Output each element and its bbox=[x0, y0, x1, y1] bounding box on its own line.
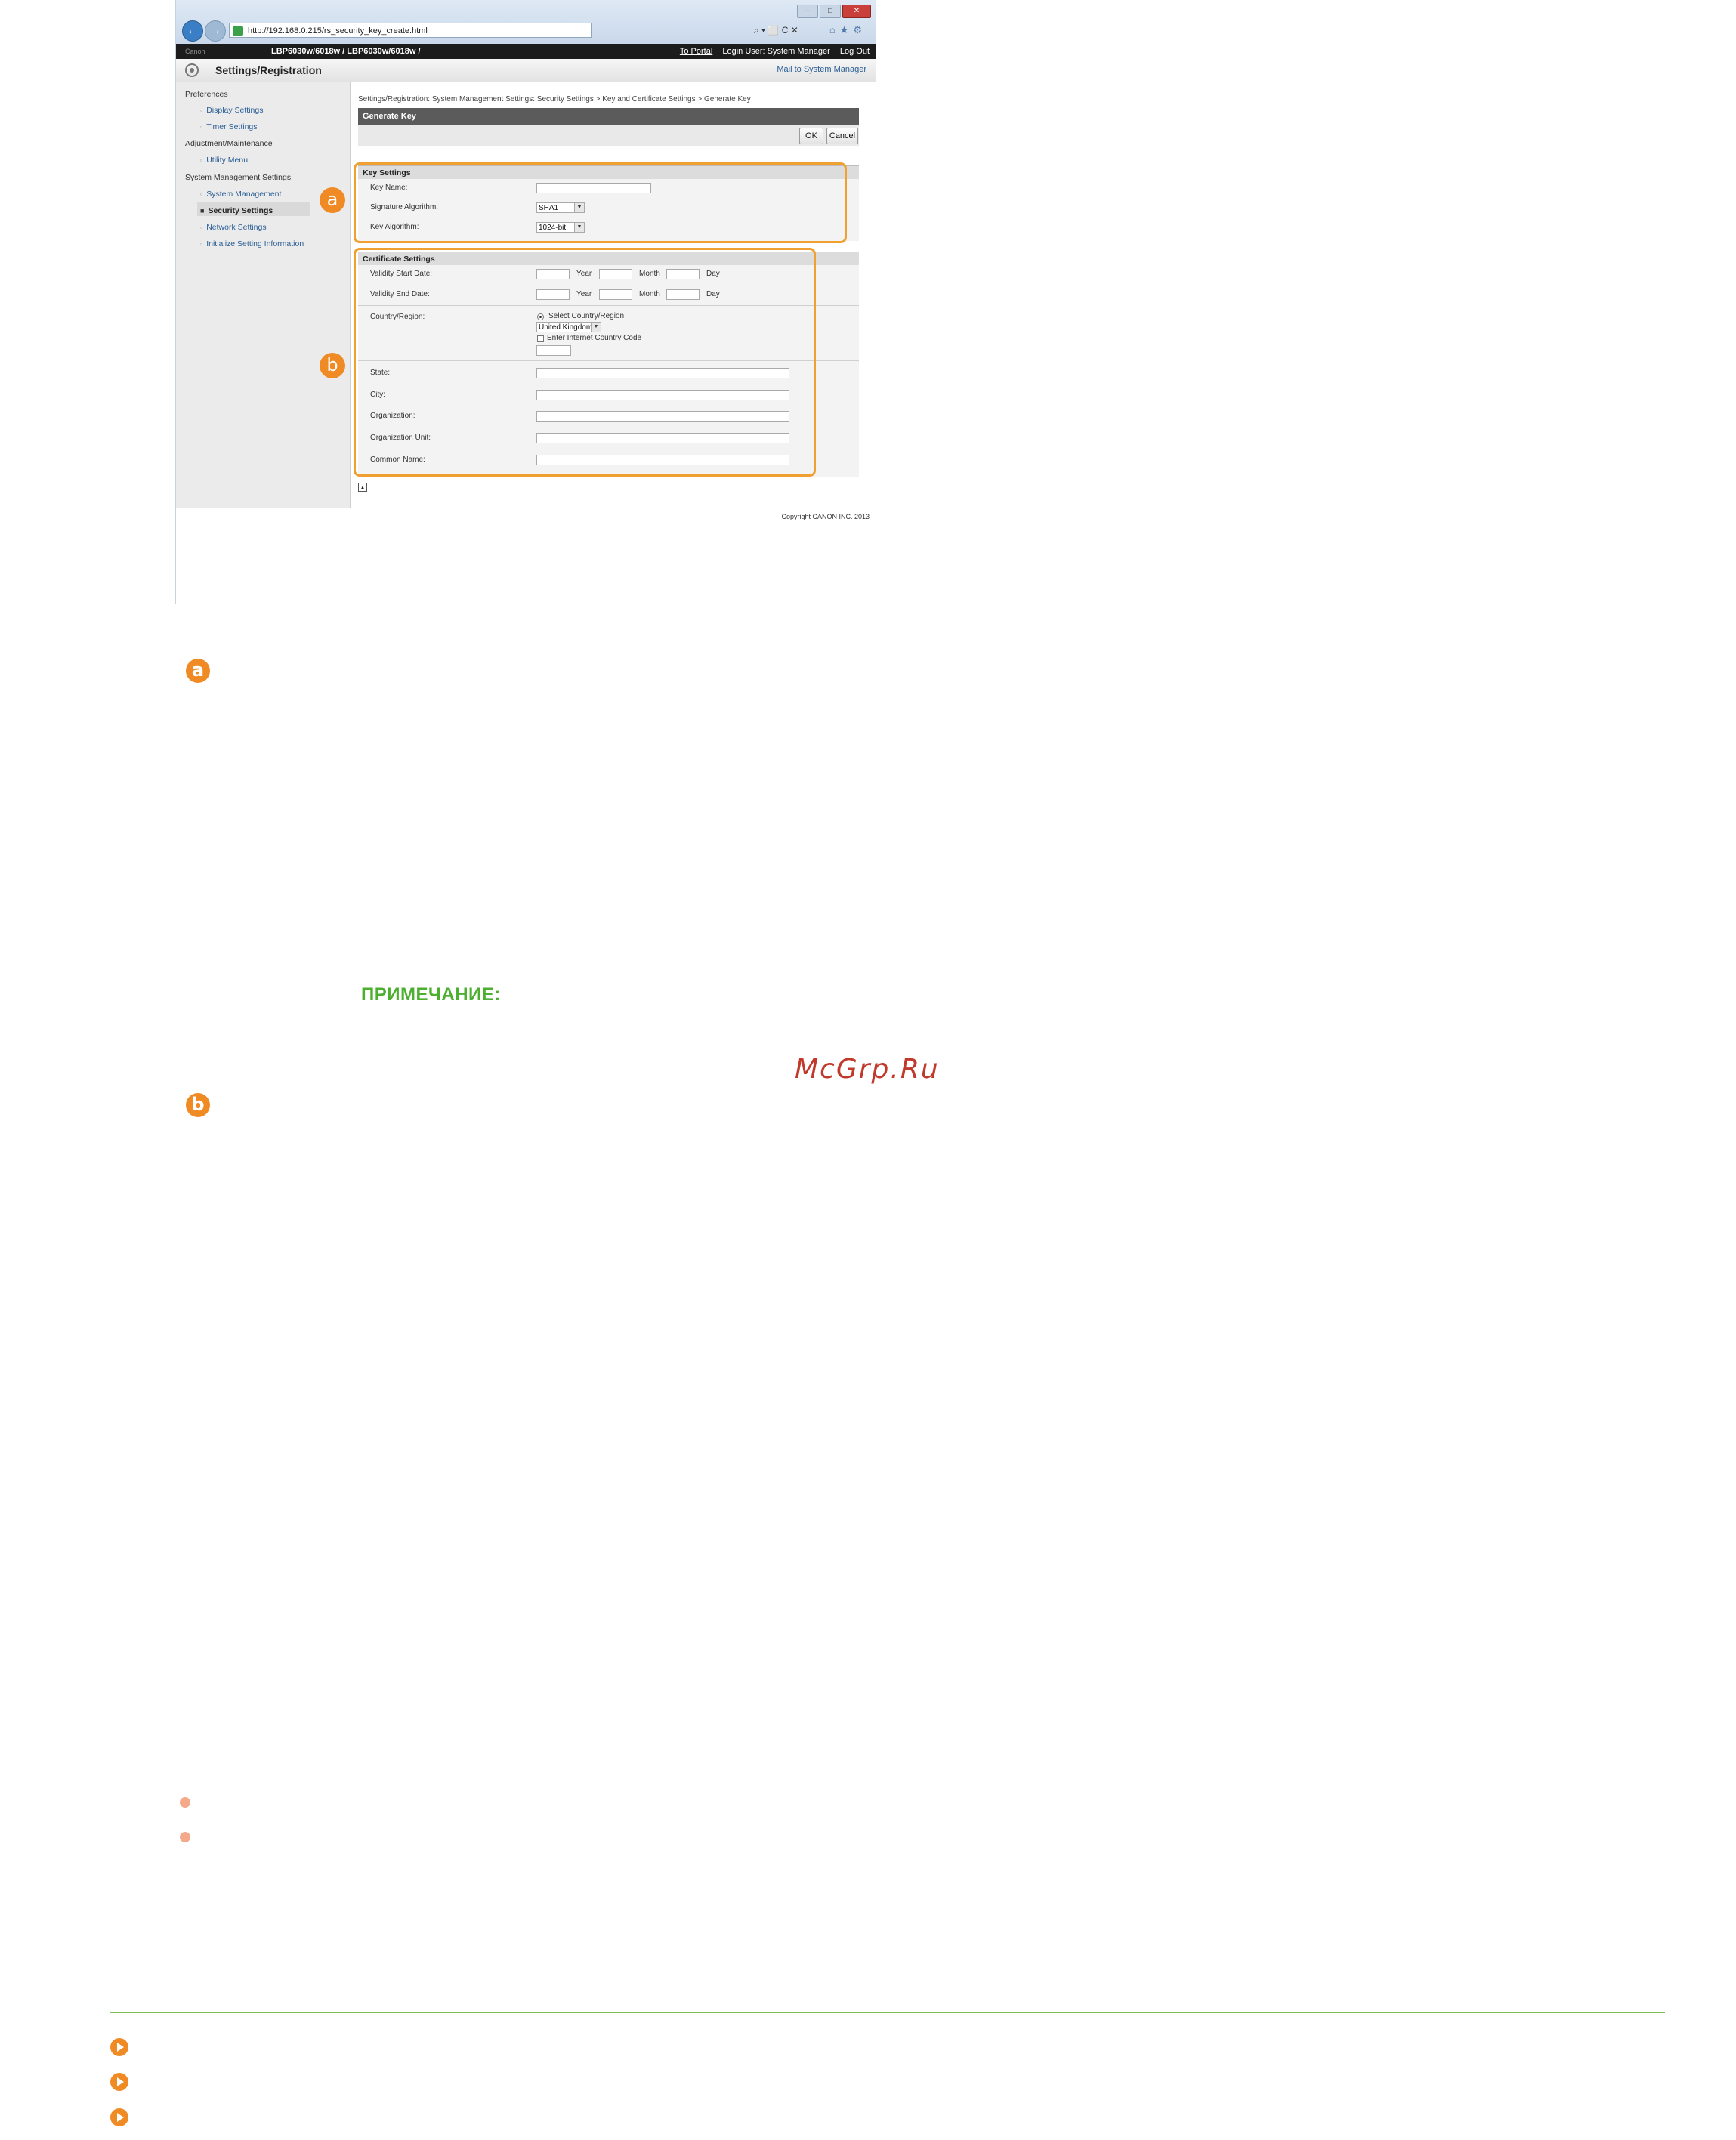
sidebar-item-system-management[interactable]: System Management bbox=[200, 190, 281, 199]
url-text: http://192.168.0.215/rs_security_key_cre… bbox=[248, 26, 428, 36]
section-marker-a: a bbox=[186, 659, 210, 683]
to-portal-link[interactable]: To Portal bbox=[680, 47, 712, 56]
sidebar-item-utility-menu[interactable]: Utility Menu bbox=[200, 156, 248, 165]
key-settings-highlight bbox=[354, 162, 847, 243]
site-icon bbox=[233, 26, 243, 36]
sidebar-heading-preferences: Preferences bbox=[185, 90, 228, 99]
home-star-gear-icons[interactable]: ⌂★⚙ bbox=[829, 24, 866, 36]
watermark: McGrp.Ru bbox=[795, 1054, 940, 1085]
minimize-button[interactable]: – bbox=[797, 5, 818, 18]
settings-header: Settings/Registration Mail to System Man… bbox=[176, 59, 876, 82]
gear-icon bbox=[185, 63, 199, 77]
sidebar-item-security-settings[interactable]: Security Settings bbox=[200, 206, 273, 215]
certificate-settings-highlight bbox=[354, 248, 816, 477]
sidebar-item-display-settings[interactable]: Display Settings bbox=[200, 106, 263, 115]
device-model: LBP6030w/6018w / LBP6030w/6018w / bbox=[271, 47, 421, 56]
sidebar: Preferences Display Settings Timer Setti… bbox=[176, 82, 351, 508]
link-arrow-icon[interactable] bbox=[110, 2038, 128, 2056]
browser-chrome: ← → http://192.168.0.215/rs_security_key… bbox=[176, 0, 876, 44]
address-tools[interactable]: ⌕ ▾ ⬜ C ✕ bbox=[754, 23, 822, 38]
settings-title: Settings/Registration bbox=[215, 64, 322, 76]
callout-b: b bbox=[320, 353, 345, 378]
callout-a: a bbox=[320, 187, 345, 213]
mail-to-system-manager-link[interactable]: Mail to System Manager bbox=[777, 65, 866, 74]
maximize-button[interactable]: □ bbox=[820, 5, 841, 18]
section-divider bbox=[110, 2012, 1665, 2013]
list-bullet bbox=[180, 1832, 190, 1842]
ok-button[interactable]: OK bbox=[799, 128, 823, 144]
embedded-screenshot: ← → http://192.168.0.215/rs_security_key… bbox=[175, 0, 876, 604]
login-user: Login User: System Manager bbox=[722, 47, 830, 56]
brand-logo: Canon bbox=[185, 48, 205, 55]
page-top-icon[interactable]: ▲ bbox=[358, 483, 367, 492]
sidebar-item-network-settings[interactable]: Network Settings bbox=[200, 223, 266, 232]
screenshot-fade bbox=[176, 521, 876, 604]
sidebar-heading-system-management-settings: System Management Settings bbox=[185, 173, 292, 182]
list-bullet bbox=[180, 1797, 190, 1808]
link-arrow-icon[interactable] bbox=[110, 2108, 128, 2126]
page-title: Generate Key bbox=[358, 108, 859, 125]
device-bar: Canon LBP6030w/6018w / LBP6030w/6018w / … bbox=[176, 44, 876, 59]
section-marker-b: b bbox=[186, 1093, 210, 1117]
copyright: Copyright CANON INC. 2013 bbox=[781, 513, 870, 520]
sidebar-item-timer-settings[interactable]: Timer Settings bbox=[200, 122, 257, 131]
forward-arrow-icon[interactable]: → bbox=[205, 20, 226, 42]
address-bar[interactable]: http://192.168.0.215/rs_security_key_cre… bbox=[229, 23, 592, 38]
close-button[interactable]: ✕ bbox=[842, 5, 871, 18]
link-arrow-icon[interactable] bbox=[110, 2073, 128, 2091]
action-row: OK Cancel bbox=[358, 125, 859, 146]
sidebar-heading-adjustment: Adjustment/Maintenance bbox=[185, 139, 273, 148]
window-controls: – □ ✕ bbox=[795, 3, 871, 18]
sidebar-item-initialize[interactable]: Initialize Setting Information bbox=[200, 239, 304, 249]
note-label: ПРИМЕЧАНИЕ: bbox=[361, 984, 501, 1005]
logout-link[interactable]: Log Out bbox=[840, 47, 870, 56]
back-arrow-icon[interactable]: ← bbox=[182, 20, 203, 42]
breadcrumb: Settings/Registration: System Management… bbox=[358, 95, 751, 103]
cancel-button[interactable]: Cancel bbox=[826, 128, 858, 144]
